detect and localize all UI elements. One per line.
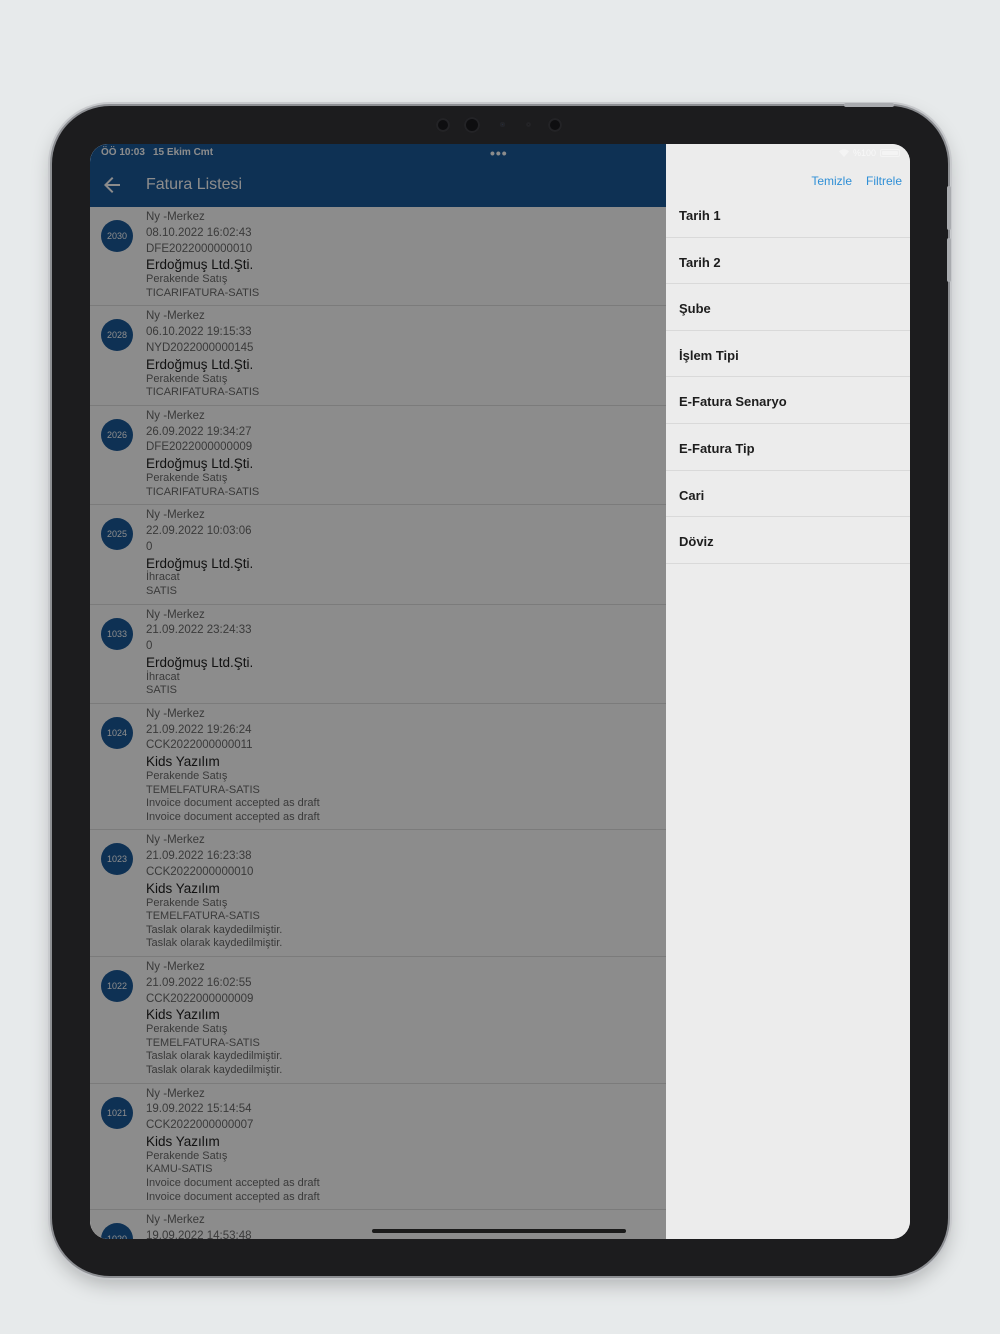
- filter-option-3[interactable]: Şube: [666, 284, 910, 331]
- filter-option-7[interactable]: Cari: [666, 471, 910, 518]
- filter-drawer: %100 Temizle Filtrele Tarih 1 Tarih 2 Şube…: [666, 144, 910, 1239]
- filter-options: Tarih 1 Tarih 2 Şube İşlem Tipi E-Fatura Sen…: [666, 191, 910, 564]
- sensor-icon: [436, 118, 450, 132]
- filter-option-6[interactable]: E-Fatura Tip: [666, 424, 910, 471]
- drawer-status-bar: %100: [838, 146, 900, 160]
- top-button: [844, 103, 894, 107]
- wifi-icon: [838, 149, 849, 157]
- battery-icon: [880, 149, 900, 157]
- filter-option-5[interactable]: E-Fatura Senaryo: [666, 377, 910, 424]
- proximity-sensor-icon: [548, 118, 562, 132]
- camera-icon: [464, 117, 480, 133]
- camera-bar: [430, 116, 570, 134]
- sensor-dot-icon: [526, 122, 531, 127]
- volume-down-button: [947, 238, 951, 282]
- indicator-icon: [500, 122, 505, 127]
- home-indicator[interactable]: [372, 1229, 626, 1233]
- filter-option-4[interactable]: İşlem Tipi: [666, 331, 910, 378]
- battery-percent: %100: [852, 148, 876, 158]
- screen: ÖÖ 10:03 15 Ekim Cmt ••• Fatura Listesi …: [90, 144, 910, 1239]
- clear-button[interactable]: Temizle: [811, 174, 852, 188]
- volume-up-button: [947, 186, 951, 230]
- invoice-list-screen: ÖÖ 10:03 15 Ekim Cmt ••• Fatura Listesi …: [90, 144, 666, 1239]
- drawer-scrim[interactable]: [90, 144, 666, 1239]
- filter-option-1[interactable]: Tarih 1: [666, 191, 910, 238]
- filter-option-2[interactable]: Tarih 2: [666, 238, 910, 285]
- filter-option-8[interactable]: Döviz: [666, 517, 910, 564]
- filter-button[interactable]: Filtrele: [866, 174, 902, 188]
